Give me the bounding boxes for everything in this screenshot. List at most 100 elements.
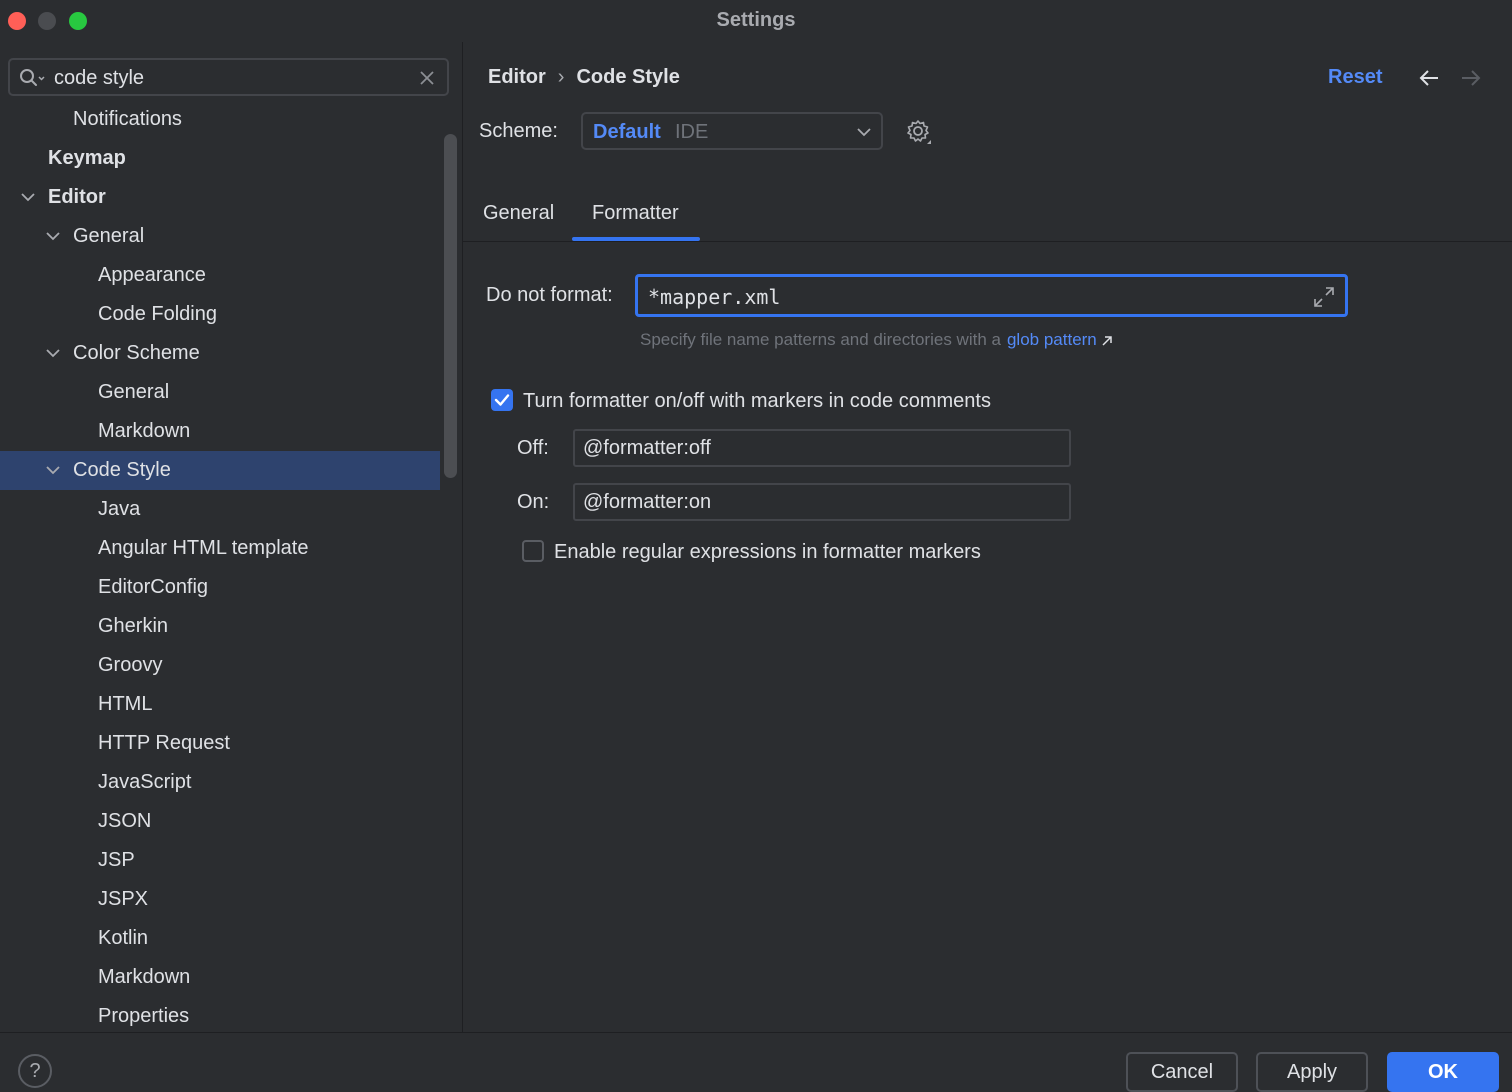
glob-hint-text: Specify file name patterns and directori…	[640, 330, 1001, 349]
scheme-dropdown[interactable]: Default IDE	[581, 112, 883, 150]
tree-item[interactable]: Markdown	[0, 958, 440, 997]
tree-item[interactable]: JSP	[0, 841, 440, 880]
breadcrumb-separator: ›	[557, 66, 565, 88]
tree-item-label: Kotlin	[98, 927, 149, 949]
tree-item[interactable]: Kotlin	[0, 919, 440, 958]
main-panel: Editor › Code Style Reset Scheme: Default …	[463, 42, 1512, 1032]
settings-sidebar: Notifications Keymap Editor General Appearan…	[0, 42, 462, 1032]
tree-item[interactable]: Angular HTML template	[0, 529, 440, 568]
tree-item[interactable]: Color Scheme	[0, 334, 440, 373]
tab-formatter[interactable]: Formatter	[592, 202, 679, 225]
breadcrumb-parent[interactable]: Editor	[488, 66, 546, 88]
tree-item-label: HTML	[98, 693, 153, 715]
forward-arrow-icon[interactable]	[1460, 69, 1482, 87]
active-tab-indicator	[572, 237, 700, 241]
search-icon[interactable]	[19, 68, 45, 88]
chevron-down-icon[interactable]	[46, 230, 60, 242]
tree-item-label: Code Style	[73, 459, 171, 481]
sidebar-scrollbar[interactable]	[444, 134, 457, 478]
tree-item[interactable]: Java	[0, 490, 440, 529]
chevron-down-icon[interactable]	[46, 347, 60, 359]
tree-item[interactable]: General	[0, 373, 440, 412]
chevron-down-icon	[857, 128, 871, 137]
tree-item[interactable]: JSPX	[0, 880, 440, 919]
tree-item-label: Notifications	[73, 108, 182, 130]
scheme-kind: IDE	[675, 121, 709, 143]
on-marker-field[interactable]: @formatter:on	[573, 483, 1071, 521]
clear-search-icon[interactable]	[419, 70, 435, 86]
tab-bar: General Formatter	[463, 192, 1512, 242]
tree-item[interactable]: Appearance	[0, 256, 440, 295]
tree-item[interactable]: JavaScript	[0, 763, 440, 802]
tree-item[interactable]: Groovy	[0, 646, 440, 685]
tree-item[interactable]: Notifications	[0, 100, 440, 139]
markers-checkbox[interactable]	[491, 389, 513, 411]
search-input[interactable]	[54, 65, 394, 91]
breadcrumb: Editor › Code Style	[488, 66, 680, 89]
tree-item-label: Code Folding	[98, 303, 217, 325]
tree-item-label: Java	[98, 498, 141, 520]
tree-item-label: Markdown	[98, 966, 191, 988]
glob-hint: Specify file name patterns and directori…	[640, 330, 1113, 350]
tree-item[interactable]: Code Folding	[0, 295, 440, 334]
tree-item-label: Appearance	[98, 264, 206, 286]
ok-button[interactable]: OK	[1387, 1052, 1499, 1092]
window-title: Settings	[716, 9, 796, 31]
dialog-footer: ? Cancel Apply OK	[0, 1032, 1512, 1092]
reset-link[interactable]: Reset	[1328, 66, 1382, 89]
tree-item[interactable]: JSON	[0, 802, 440, 841]
chevron-down-icon[interactable]	[21, 191, 35, 203]
regex-checkbox[interactable]	[522, 540, 544, 562]
tree-item-label: Groovy	[98, 654, 163, 676]
scheme-name: Default	[593, 121, 661, 143]
tree-item[interactable]: Code Style	[0, 451, 440, 490]
tree-item[interactable]: Keymap	[0, 139, 440, 178]
tab-general[interactable]: General	[483, 202, 554, 225]
tree-item-label: Editor	[48, 186, 106, 208]
tree-item-label: JSP	[98, 849, 135, 871]
chevron-down-icon[interactable]	[46, 464, 60, 476]
expand-icon[interactable]	[1313, 286, 1335, 308]
on-marker-label: On:	[517, 491, 550, 513]
tree-item[interactable]: EditorConfig	[0, 568, 440, 607]
tree-item[interactable]: HTTP Request	[0, 724, 440, 763]
off-marker-field[interactable]: @formatter:off	[573, 429, 1071, 467]
tree-item-label: EditorConfig	[98, 576, 209, 598]
tree-item[interactable]: Editor	[0, 178, 440, 217]
tree-item[interactable]: Properties	[0, 997, 440, 1032]
breadcrumb-current: Code Style	[576, 66, 680, 88]
do-not-format-label: Do not format:	[486, 284, 613, 306]
back-arrow-icon[interactable]	[1418, 69, 1440, 87]
tree-item[interactable]: Gherkin	[0, 607, 440, 646]
tree-item-label: Properties	[98, 1005, 190, 1027]
help-button[interactable]: ?	[18, 1054, 52, 1088]
tree-item-label: Keymap	[48, 147, 126, 169]
scheme-label: Scheme:	[479, 120, 558, 142]
tree-item-label: JavaScript	[98, 771, 192, 793]
cancel-button[interactable]: Cancel	[1126, 1052, 1238, 1092]
tree-item-label: JSPX	[98, 888, 149, 910]
tree-item-label: General	[98, 381, 170, 403]
markers-checkbox-label[interactable]: Turn formatter on/off with markers in co…	[523, 390, 991, 413]
do-not-format-field[interactable]: *mapper.xml	[635, 274, 1348, 317]
tree-item-label: HTTP Request	[98, 732, 230, 754]
tree-item-label: Gherkin	[98, 615, 169, 637]
do-not-format-value[interactable]: *mapper.xml	[648, 285, 780, 309]
tree-item-label: General	[73, 225, 145, 247]
tree-item-label: Markdown	[98, 420, 191, 442]
tree-item[interactable]: General	[0, 217, 440, 256]
title-bar: Settings	[0, 0, 1512, 42]
glob-pattern-link[interactable]: glob pattern	[1007, 330, 1097, 349]
search-box[interactable]	[8, 58, 449, 96]
gear-icon[interactable]	[905, 118, 933, 146]
checkmark-icon	[494, 394, 510, 406]
apply-button[interactable]: Apply	[1256, 1052, 1368, 1092]
tree-item[interactable]: HTML	[0, 685, 440, 724]
tree-item-label: JSON	[98, 810, 152, 832]
external-link-icon[interactable]	[1101, 335, 1113, 347]
tree-item[interactable]: Markdown	[0, 412, 440, 451]
tree-item-label: Color Scheme	[73, 342, 200, 364]
off-marker-label: Off:	[517, 437, 549, 459]
regex-checkbox-label[interactable]: Enable regular expressions in formatter …	[554, 541, 981, 564]
tree-item-label: Angular HTML template	[98, 537, 309, 559]
